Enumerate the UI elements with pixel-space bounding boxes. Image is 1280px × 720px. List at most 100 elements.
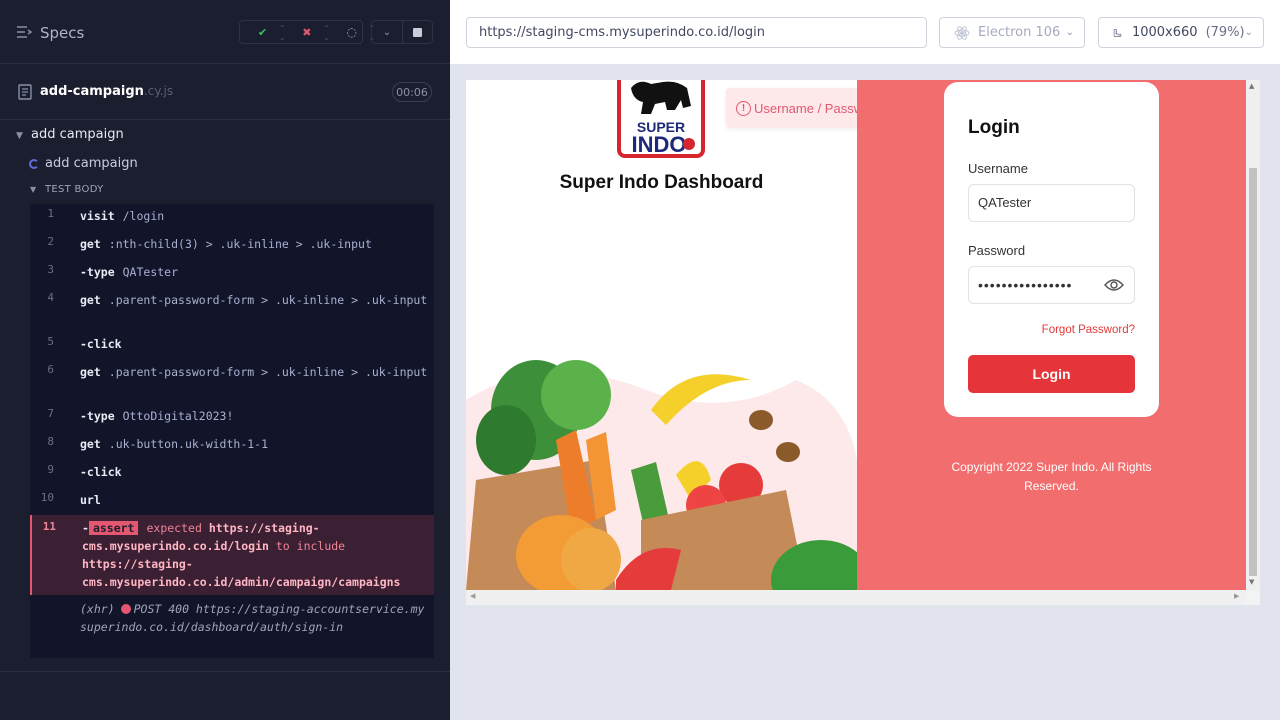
test-title[interactable]: add campaign (29, 156, 138, 171)
horizontal-scrollbar[interactable]: ◀ ▶ (466, 590, 1246, 604)
command-number: 5 (47, 335, 54, 348)
assert-dash: - (82, 521, 89, 535)
command-row[interactable]: 9 -click (30, 463, 434, 487)
command-row[interactable]: 3 -type QATester (30, 263, 434, 287)
chevron-down-icon: ⌄ (1065, 27, 1074, 38)
command-row[interactable]: 1 visit/login (30, 207, 434, 231)
chevron-down-icon: ⌄ (382, 26, 392, 38)
xhr-row[interactable]: (xhr) POST 400 https://staging-accountser… (30, 600, 434, 656)
command-number: 10 (40, 491, 54, 504)
failed-stat: ✖ -- (293, 19, 328, 45)
login-button[interactable]: Login (968, 355, 1135, 393)
xhr-label: (xhr) (80, 602, 115, 616)
reporter-panel: Specs ✔ -- ✖ -- ◌ -- ⌄ add-campaign.cy.js 0… (0, 0, 450, 720)
runner-controls: ⌄ (371, 20, 433, 44)
passed-stat: ✔ -- (249, 19, 284, 45)
command-name: visit (80, 209, 115, 223)
failed-assert-row[interactable]: 11 - assert expected https://staging-cms.m… (30, 515, 434, 595)
password-label: Password (968, 243, 1026, 258)
chevron-down-icon: ⌄ (1244, 27, 1253, 38)
assert-word-include: to include (275, 539, 346, 553)
command-row[interactable]: 8 get .uk-button.uk-width-1-1 (30, 435, 434, 459)
command-number: 8 (47, 435, 54, 448)
x-icon: ✖ (302, 25, 312, 39)
error-dot-icon (120, 604, 131, 614)
viewport-size: 1000x660 (1131, 25, 1198, 40)
assert-word-expected: expected (146, 521, 202, 535)
command-arg: .parent-password-form > .uk-inline > .uk… (108, 293, 428, 307)
scroll-left-icon[interactable]: ◀ (470, 592, 475, 600)
command-row[interactable]: 2 get:nth-child(3) > .uk-inline > .uk-inp… (30, 235, 434, 259)
command-number: 1 (47, 207, 54, 220)
xhr-text: (xhr) POST 400 https://staging-accountser… (80, 600, 430, 636)
specs-label[interactable]: Specs (40, 24, 84, 42)
passed-count: -- (280, 19, 285, 45)
url-toolbar: https://staging-cms.mysuperindo.co.id/lo… (450, 0, 1280, 64)
command-row[interactable]: 4 get .parent-password-form > .uk-inline >… (30, 291, 434, 331)
reporter-header: Specs ✔ -- ✖ -- ◌ -- ⌄ (0, 0, 450, 64)
login-title: Login (968, 117, 1020, 138)
assert-expected-value: https://staging-cms.mysuperindo.co.id/ad… (82, 557, 401, 589)
command-arg: :nth-child(3) > .uk-inline > .uk-input (108, 237, 372, 251)
expand-button[interactable]: ⌄ (372, 21, 402, 43)
assert-text: - assert expected https://staging-cms.mysu… (82, 519, 432, 591)
viewport-select[interactable]: 1000x660 (79%) ⌄ (1098, 17, 1264, 48)
suite-title-text: add campaign (31, 127, 124, 142)
vertical-scrollbar[interactable]: ▲ ▼ (1246, 80, 1260, 590)
command-name: get (80, 365, 101, 379)
command-number: 4 (47, 291, 54, 304)
ruler-icon (1113, 28, 1122, 37)
scroll-up-icon[interactable]: ▲ (1249, 82, 1254, 90)
command-text: url (80, 491, 430, 509)
command-text: get:nth-child(3) > .uk-inline > .uk-inpu… (80, 235, 430, 253)
spec-file-name[interactable]: add-campaign.cy.js (40, 84, 173, 99)
assert-pill: assert (88, 521, 139, 535)
scroll-thumb[interactable] (1249, 168, 1257, 576)
alert-icon: ! (736, 100, 751, 116)
command-text: -click (80, 463, 430, 481)
command-number: 11 (42, 520, 56, 533)
browser-select[interactable]: Electron 106 ⌄ (939, 17, 1085, 48)
password-field[interactable]: •••••••••••••••• (968, 266, 1135, 304)
groceries-illustration (466, 360, 857, 590)
login-brand-pane: SUPER INDO Super Indo Dashboard (466, 80, 857, 590)
username-label: Username (968, 161, 1028, 176)
suite-title[interactable]: ▼ add campaign (16, 127, 124, 142)
scroll-right-icon[interactable]: ▶ (1234, 592, 1239, 600)
command-number: 7 (47, 407, 54, 420)
test-body-label[interactable]: ▼ TEST BODY (30, 184, 104, 195)
chevron-down-icon: ▼ (16, 131, 23, 141)
command-name: -click (80, 465, 122, 479)
command-number: 9 (47, 463, 54, 476)
forgot-password-link[interactable]: Forgot Password? (1042, 324, 1135, 336)
command-name: url (80, 493, 101, 507)
url-field[interactable]: https://staging-cms.mysuperindo.co.id/lo… (466, 17, 927, 48)
command-arg: .uk-button.uk-width-1-1 (108, 437, 269, 451)
command-number: 3 (47, 263, 54, 276)
command-arg: .parent-password-form > .uk-inline > .uk… (108, 365, 428, 379)
command-number: 2 (47, 235, 54, 248)
command-row[interactable]: 6 get .parent-password-form > .uk-inline >… (30, 363, 434, 403)
username-field[interactable]: QATester (968, 184, 1135, 222)
failed-count: -- (324, 19, 329, 45)
command-text: visit/login (80, 207, 430, 225)
command-row[interactable]: 5 -click (30, 335, 434, 359)
eye-icon[interactable] (1104, 278, 1124, 292)
command-name: get (80, 293, 101, 307)
scroll-down-icon[interactable]: ▼ (1249, 578, 1254, 586)
specs-list-icon[interactable] (16, 24, 32, 40)
command-log: 1 visit/login 2 get:nth-child(3) > .uk-inl… (30, 204, 434, 658)
command-number: 6 (47, 363, 54, 376)
command-row[interactable]: 7 -type OttoDigital2023! (30, 407, 434, 431)
chevron-down-icon: ▼ (30, 185, 37, 194)
command-arg: QATester (122, 265, 179, 279)
preview-panel: https://staging-cms.mysuperindo.co.id/lo… (450, 0, 1280, 720)
viewport-zoom: (79%) (1205, 25, 1245, 40)
command-row[interactable]: 10 url (30, 491, 434, 515)
stop-button[interactable] (402, 21, 432, 43)
pending-icon: ◌ (346, 25, 357, 39)
command-name: get (80, 437, 101, 451)
test-body-text: TEST BODY (45, 184, 104, 195)
spec-file-ext: .cy.js (143, 84, 174, 98)
command-arg: /login (122, 209, 165, 223)
